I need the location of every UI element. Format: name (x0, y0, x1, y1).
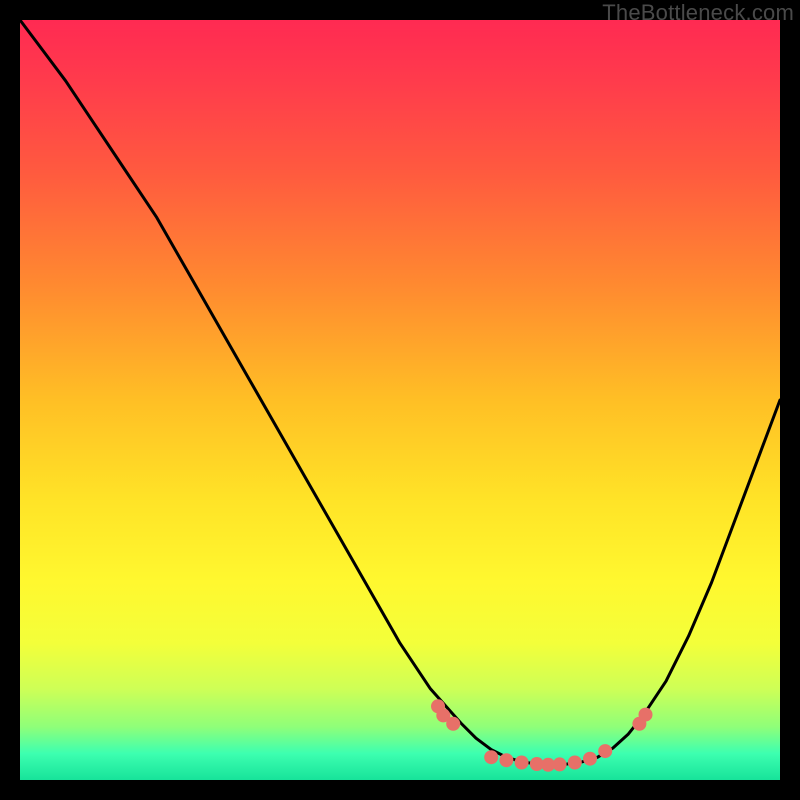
highlight-point (446, 717, 460, 731)
highlight-point (484, 750, 498, 764)
plot-area (20, 20, 780, 780)
highlight-point (515, 756, 529, 770)
highlight-point (568, 756, 582, 770)
bottleneck-curve (20, 20, 780, 765)
highlight-point (553, 757, 567, 771)
highlight-point (598, 744, 612, 758)
highlight-point (639, 708, 653, 722)
highlight-point (499, 753, 513, 767)
highlight-markers (431, 699, 653, 772)
curve-layer (20, 20, 780, 780)
watermark-text: TheBottleneck.com (602, 0, 794, 26)
highlight-point (583, 752, 597, 766)
chart-frame: TheBottleneck.com (0, 0, 800, 800)
